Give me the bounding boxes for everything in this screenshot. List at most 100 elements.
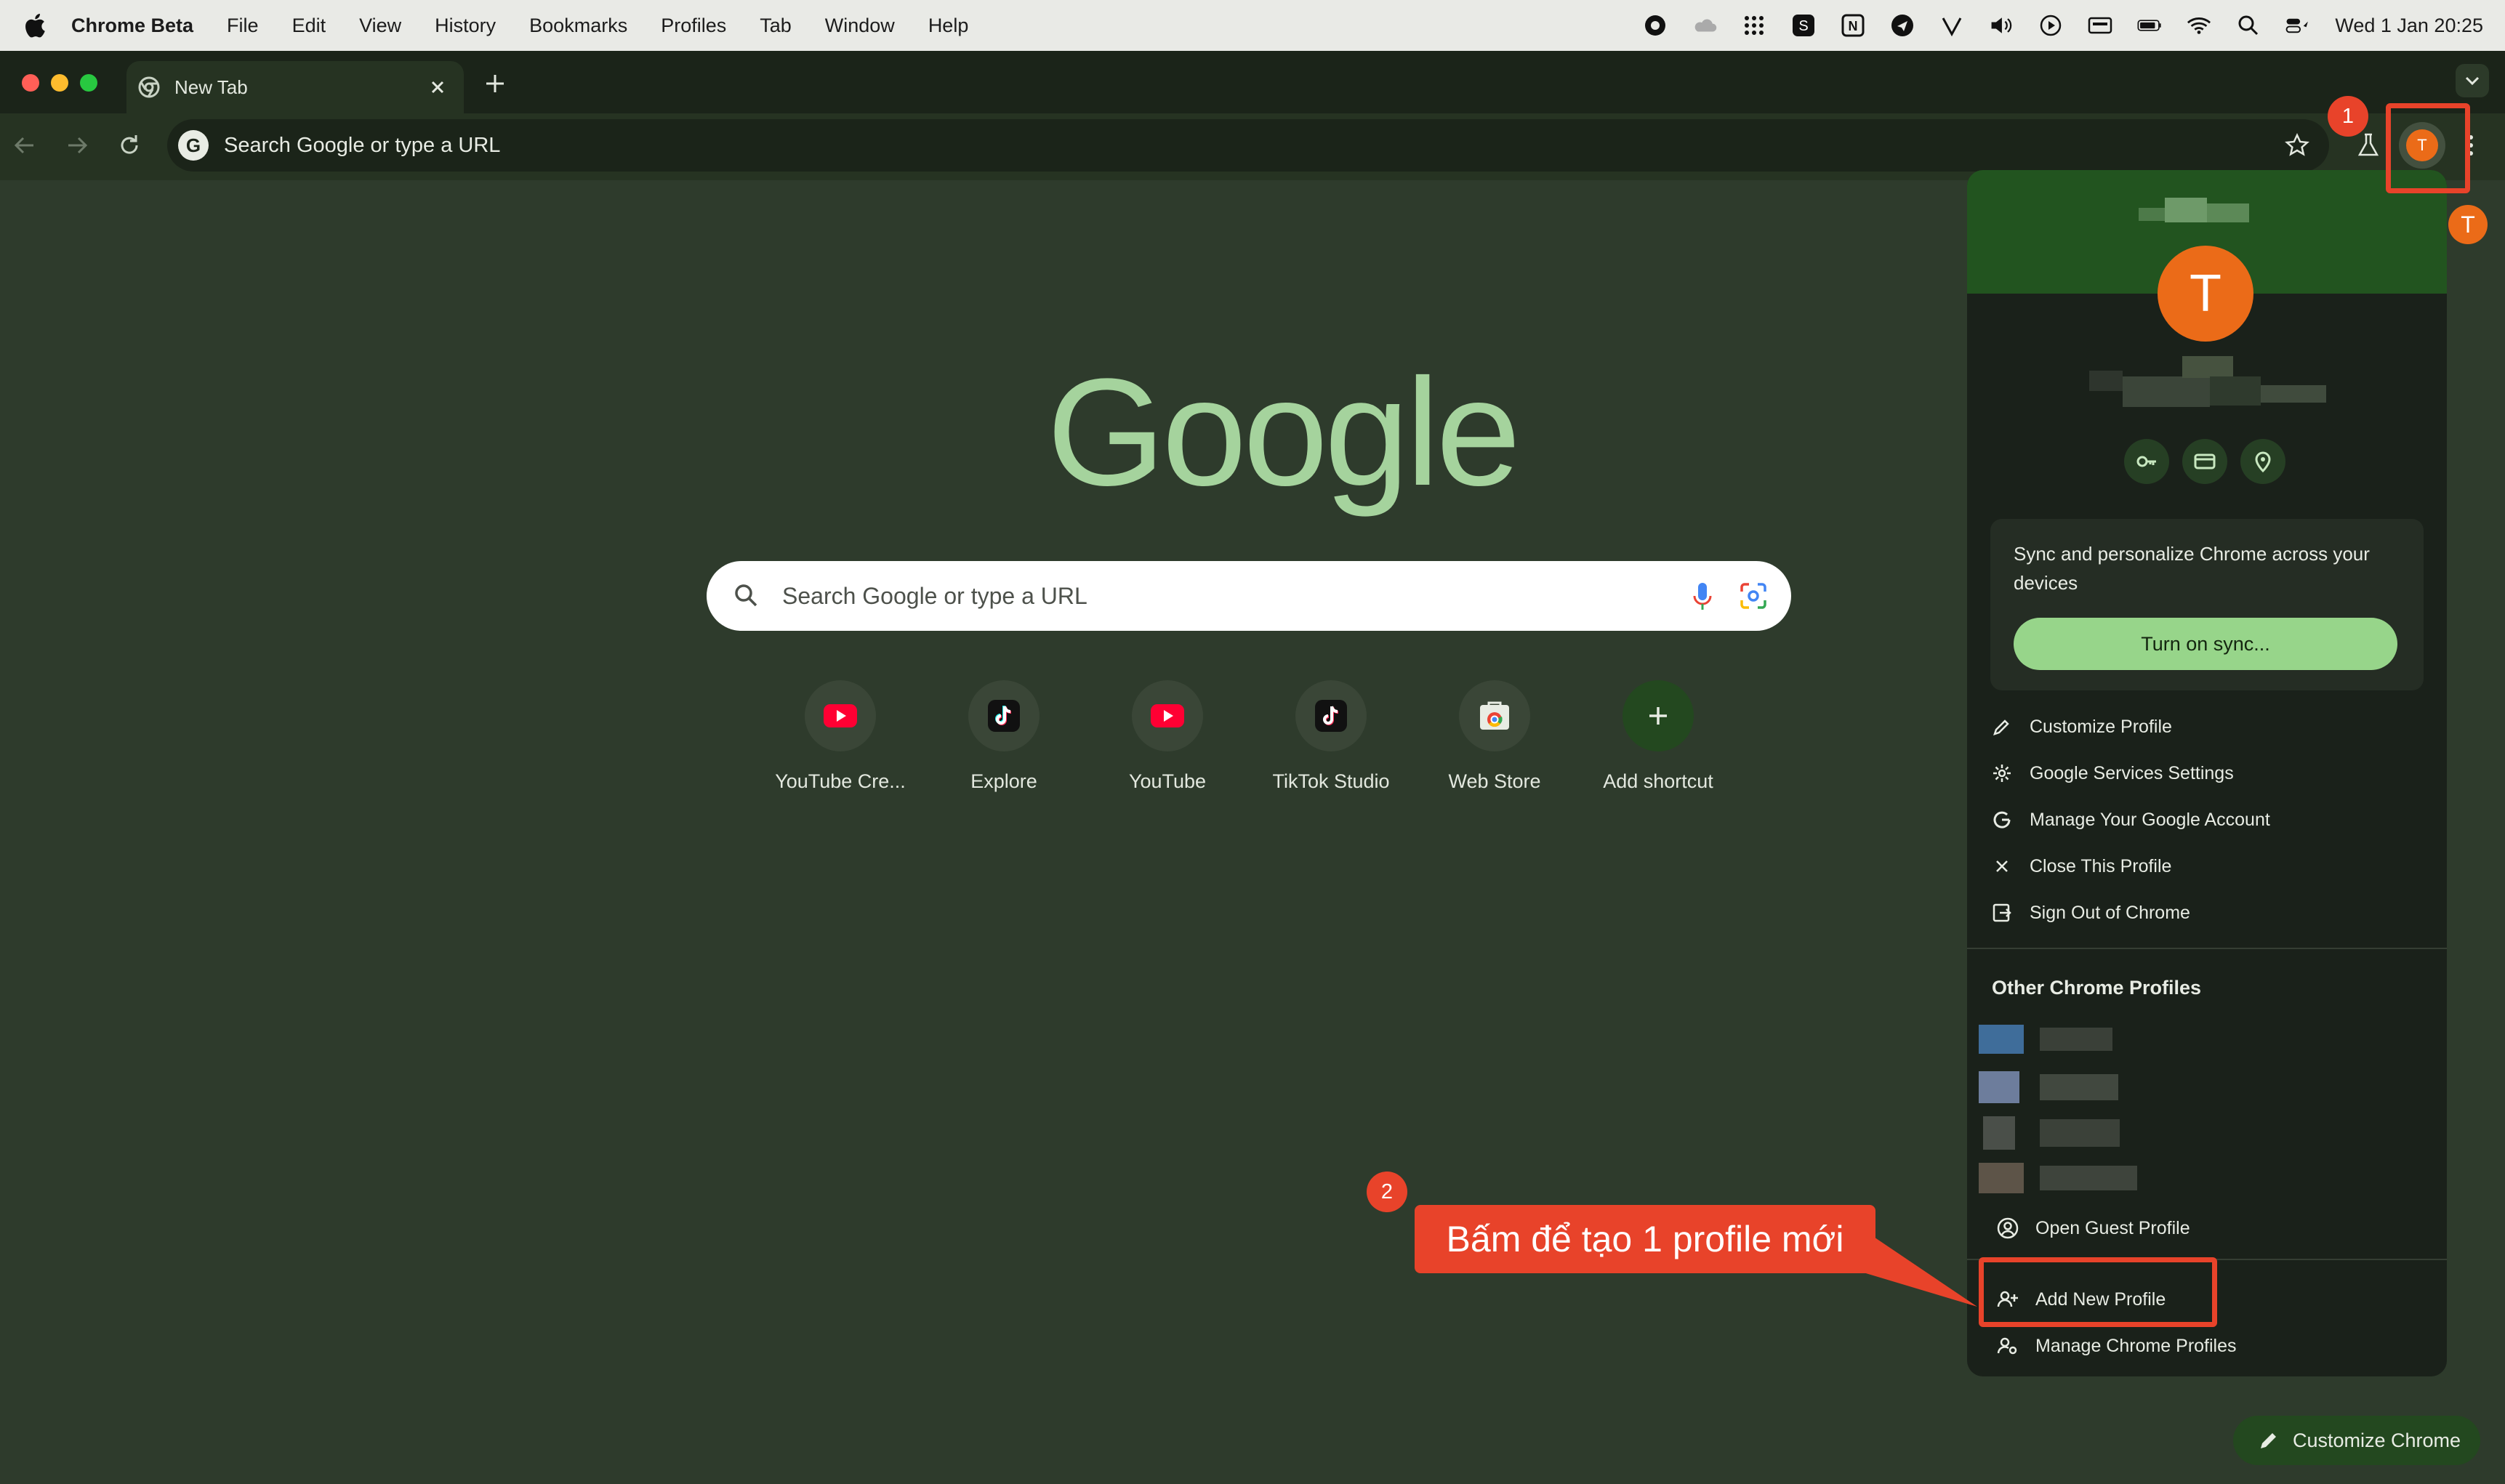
- redacted-name: [2139, 208, 2165, 221]
- tab-title: New Tab: [174, 76, 248, 98]
- menu-item-label: Google Services Settings: [2030, 762, 2234, 783]
- sign-out-icon: [1993, 903, 2011, 922]
- chrome-favicon-icon: [138, 76, 160, 98]
- shortcut-label: YouTube Cre...: [775, 770, 906, 792]
- volume-icon[interactable]: [1989, 13, 2014, 38]
- shortcut-label: Add shortcut: [1603, 770, 1713, 792]
- other-profile-avatar[interactable]: [1979, 1163, 2024, 1193]
- menu-google-services-settings[interactable]: Google Services Settings: [1967, 750, 2447, 797]
- shortcut-web-store[interactable]: Web Store: [1415, 680, 1575, 793]
- shortcut-youtube-creator[interactable]: YouTube Cre...: [760, 680, 920, 793]
- other-profile-avatar[interactable]: [1983, 1116, 2015, 1150]
- labs-flask-icon[interactable]: [2354, 131, 2383, 160]
- turn-on-sync-button[interactable]: Turn on sync...: [2014, 618, 2397, 670]
- control-center-icon[interactable]: [2285, 13, 2310, 38]
- window-minimize-button[interactable]: [51, 74, 68, 92]
- customize-chrome-button[interactable]: Customize Chrome: [2233, 1416, 2480, 1465]
- shortcut-youtube[interactable]: YouTube: [1087, 680, 1247, 793]
- profile-avatar-large: T: [2158, 246, 2253, 342]
- spotlight-search-icon[interactable]: [2236, 13, 2261, 38]
- skype-icon[interactable]: S: [1791, 13, 1816, 38]
- microphone-icon[interactable]: [1691, 581, 1714, 612]
- menu-sign-out-of-chrome[interactable]: Sign Out of Chrome: [1967, 890, 2447, 936]
- menu-item-label: Manage Your Google Account: [2030, 809, 2270, 830]
- plus-icon: [1649, 707, 1667, 725]
- tab-search-button[interactable]: [2456, 64, 2489, 97]
- battery-icon[interactable]: [2137, 13, 2162, 38]
- window-close-button[interactable]: [22, 74, 39, 92]
- other-profile-name[interactable]: [2040, 1028, 2112, 1051]
- shortcut-add[interactable]: Add shortcut: [1578, 680, 1738, 793]
- menu-help[interactable]: Help: [928, 15, 969, 37]
- send-icon[interactable]: [1890, 13, 1915, 38]
- ntp-search-placeholder[interactable]: Search Google or type a URL: [782, 583, 1087, 610]
- menu-app-name[interactable]: Chrome Beta: [71, 15, 193, 37]
- menu-file[interactable]: File: [227, 15, 259, 37]
- sync-card: Sync and personalize Chrome across your …: [1990, 519, 2424, 690]
- key-icon: [2136, 456, 2156, 467]
- menu-close-this-profile[interactable]: Close This Profile: [1967, 843, 2447, 890]
- notion-icon[interactable]: N: [1841, 13, 1865, 38]
- google-lens-icon[interactable]: [1739, 581, 1768, 610]
- menu-history[interactable]: History: [435, 15, 496, 37]
- passwords-button[interactable]: [2124, 439, 2169, 484]
- other-profile-name[interactable]: [2040, 1074, 2118, 1100]
- vivaldi-icon[interactable]: [1939, 13, 1964, 38]
- new-tab-plus-icon[interactable]: [480, 68, 510, 99]
- payment-methods-button[interactable]: [2182, 439, 2227, 484]
- record-icon[interactable]: [1643, 13, 1668, 38]
- menu-customize-profile[interactable]: Customize Profile: [1967, 703, 2447, 750]
- menu-manage-google-account[interactable]: Manage Your Google Account: [1967, 797, 2447, 843]
- ntp-search-box[interactable]: Search Google or type a URL: [707, 561, 1791, 631]
- menu-bookmarks[interactable]: Bookmarks: [529, 15, 627, 37]
- other-profile-avatar[interactable]: [1979, 1025, 2024, 1054]
- omnibox-placeholder[interactable]: Search Google or type a URL: [224, 134, 500, 158]
- wifi-icon[interactable]: [2187, 13, 2211, 38]
- menu-window[interactable]: Window: [825, 15, 895, 37]
- menubar-clock[interactable]: Wed 1 Jan 20:25: [2335, 15, 2483, 37]
- side-profile-avatar[interactable]: T: [2448, 205, 2488, 244]
- menu-profiles[interactable]: Profiles: [661, 15, 726, 37]
- apple-icon[interactable]: [22, 12, 47, 39]
- cloud-icon[interactable]: [1692, 13, 1717, 38]
- shortcut-label: TikTok Studio: [1272, 770, 1390, 792]
- back-arrow-icon[interactable]: [10, 131, 39, 160]
- customize-chrome-label: Customize Chrome: [2293, 1429, 2461, 1451]
- menu-tab[interactable]: Tab: [760, 15, 792, 37]
- search-icon: [735, 584, 757, 607]
- chevron-down-icon: [2465, 76, 2480, 86]
- keyboard-icon[interactable]: [2088, 13, 2112, 38]
- play-circle-icon[interactable]: [2038, 13, 2063, 38]
- annotation-highlight-add-profile: [1979, 1257, 2217, 1327]
- shortcut-tiktok-studio[interactable]: TikTok Studio: [1251, 680, 1411, 793]
- menu-view[interactable]: View: [359, 15, 401, 37]
- menu-manage-chrome-profiles[interactable]: Manage Chrome Profiles: [1967, 1323, 2447, 1369]
- guest-profile-icon: [1997, 1217, 2019, 1239]
- youtube-icon: [824, 704, 857, 727]
- redacted-email: [2261, 385, 2326, 403]
- shortcut-explore[interactable]: Explore: [924, 680, 1084, 793]
- other-profile-name[interactable]: [2040, 1119, 2120, 1147]
- forward-arrow-icon[interactable]: [63, 131, 92, 160]
- menu-edit[interactable]: Edit: [292, 15, 326, 37]
- menu-open-guest-profile[interactable]: Open Guest Profile: [1967, 1205, 2447, 1251]
- pencil-icon: [1993, 719, 2009, 735]
- tab-new-tab[interactable]: New Tab: [126, 61, 464, 113]
- reload-icon[interactable]: [115, 131, 144, 160]
- menu-item-label: Customize Profile: [2030, 716, 2172, 737]
- grid-dots-icon[interactable]: [1742, 13, 1766, 38]
- menu-item-label: Close This Profile: [2030, 855, 2172, 876]
- bookmark-star-icon[interactable]: [2284, 132, 2310, 158]
- tab-close-icon[interactable]: [427, 77, 448, 97]
- other-profile-avatar[interactable]: [1979, 1071, 2019, 1103]
- youtube-icon: [1151, 704, 1184, 727]
- redacted-name: [2207, 203, 2249, 222]
- close-icon: [1996, 860, 2008, 872]
- omnibox[interactable]: G Search Google or type a URL: [167, 119, 2329, 172]
- annotation-highlight-avatar: [2386, 103, 2470, 193]
- other-profile-name[interactable]: [2040, 1166, 2137, 1190]
- tiktok-icon: [988, 700, 1020, 732]
- window-zoom-button[interactable]: [80, 74, 97, 92]
- annotation-callout: Bấm để tạo 1 profile mới: [1415, 1205, 1875, 1273]
- addresses-button[interactable]: [2240, 439, 2285, 484]
